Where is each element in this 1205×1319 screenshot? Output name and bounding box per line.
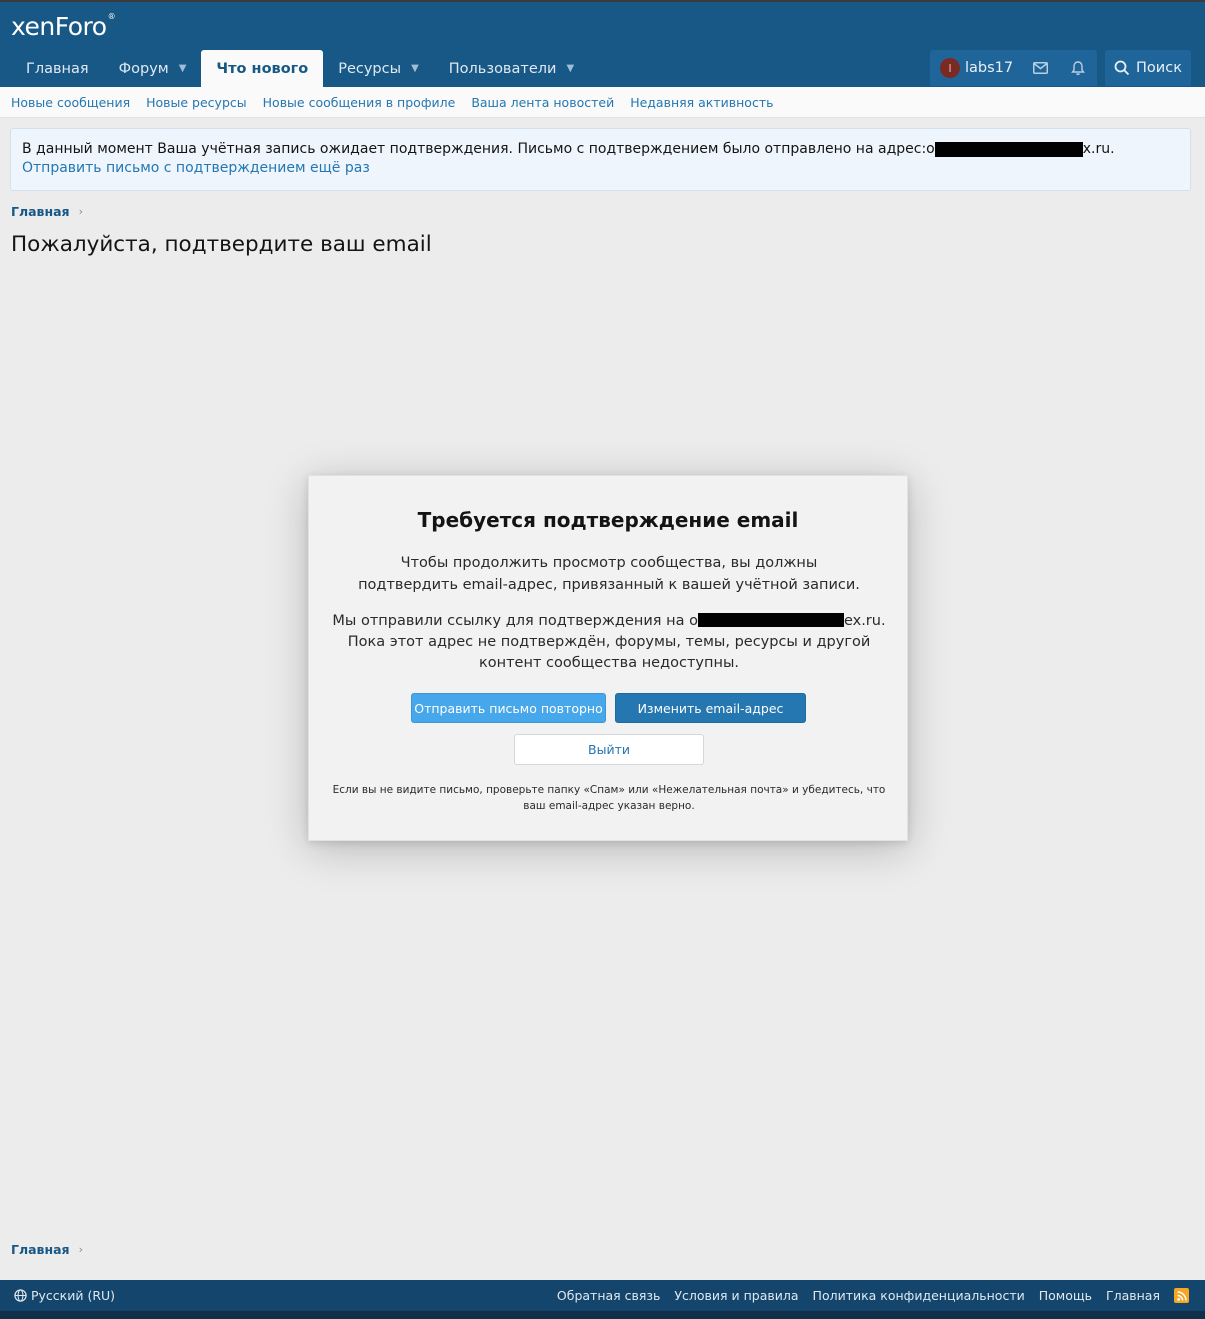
redacted-email <box>697 613 844 627</box>
avatar: l <box>940 58 960 78</box>
subnav-new-profile-posts[interactable]: Новые сообщения в профиле <box>255 95 464 110</box>
site-footer: Русский (RU) Обратная связь Условия и пр… <box>0 1280 1205 1311</box>
resend-email-button[interactable]: Отправить письмо повторно <box>411 693 606 723</box>
resend-confirmation-link[interactable]: Отправить письмо с подтверждением ещё ра… <box>22 160 1179 176</box>
rss-button[interactable] <box>1174 1288 1189 1303</box>
bell-icon <box>1071 60 1085 75</box>
modal-sent-info: Мы отправили ссылку для подтверждения на… <box>332 613 886 671</box>
footer-contact-link[interactable]: Обратная связь <box>557 1288 661 1303</box>
username: labs17 <box>965 60 1014 76</box>
subnav-news-feed[interactable]: Ваша лента новостей <box>463 95 622 110</box>
change-email-button[interactable]: Изменить email-адрес <box>615 693 806 723</box>
chevron-down-icon[interactable]: ▼ <box>566 63 574 74</box>
search-button[interactable]: Поиск <box>1105 50 1191 86</box>
rss-icon <box>1176 1290 1187 1301</box>
breadcrumb-bottom[interactable]: Главная › <box>11 1242 83 1257</box>
main-nav: Главная Форум ▼ Что нового Ресурсы ▼ Польз… <box>11 50 589 87</box>
chevron-down-icon[interactable]: ▼ <box>179 63 187 74</box>
nav-whats-new[interactable]: Что нового <box>201 50 324 87</box>
nav-resources[interactable]: Ресурсы ▼ <box>323 50 434 87</box>
chevron-right-icon: › <box>78 205 83 218</box>
language-chooser[interactable]: Русский (RU) <box>14 1288 115 1303</box>
account-link[interactable]: l labs17 <box>930 50 1021 86</box>
footer-bottom-bar <box>0 1311 1205 1319</box>
chevron-right-icon: › <box>78 1243 83 1256</box>
footer-links: Обратная связь Условия и правила Политик… <box>543 1288 1189 1303</box>
email-confirmation-modal: Требуется подтверждение email Чтобы прод… <box>308 475 908 841</box>
notice-text: В данный момент Ваша учётная запись ожид… <box>22 141 1115 157</box>
breadcrumb[interactable]: Главная › <box>11 204 83 219</box>
footer-help-link[interactable]: Помощь <box>1039 1288 1092 1303</box>
nav-forum[interactable]: Форум ▼ <box>104 50 202 87</box>
logout-button[interactable]: Выйти <box>514 734 704 765</box>
subnav-new-posts[interactable]: Новые сообщения <box>3 95 138 110</box>
user-area: l labs17 <box>930 50 1097 86</box>
inbox-button[interactable] <box>1021 50 1059 86</box>
subnav-recent-activity[interactable]: Недавняя активность <box>622 95 781 110</box>
modal-title: Требуется подтверждение email <box>417 508 799 532</box>
modal-description: Чтобы продолжить просмотр сообщества, вы… <box>358 555 860 593</box>
envelope-icon <box>1032 62 1048 74</box>
site-logo[interactable]: xenForo® <box>11 12 116 41</box>
footer-home-link[interactable]: Главная <box>1106 1288 1160 1303</box>
sub-nav: Новые сообщения Новые ресурсы Новые сооб… <box>0 87 1205 118</box>
subnav-new-resources[interactable]: Новые ресурсы <box>138 95 255 110</box>
alerts-button[interactable] <box>1059 50 1097 86</box>
search-icon <box>1114 60 1130 76</box>
page-title: Пожалуйста, подтвердите ваш email <box>11 232 432 257</box>
nav-members[interactable]: Пользователи ▼ <box>434 50 589 87</box>
site-header: xenForo® Главная Форум ▼ Что нового Ресур… <box>0 2 1205 87</box>
nav-home[interactable]: Главная <box>11 50 104 87</box>
footer-terms-link[interactable]: Условия и правила <box>674 1288 798 1303</box>
globe-icon <box>14 1289 27 1302</box>
confirmation-notice: В данный момент Ваша учётная запись ожид… <box>10 128 1191 191</box>
redacted-email <box>934 141 1083 157</box>
chevron-down-icon[interactable]: ▼ <box>411 63 419 74</box>
footer-privacy-link[interactable]: Политика конфиденциальности <box>813 1288 1025 1303</box>
spam-hint: Если вы не видите письмо, проверьте папк… <box>332 784 886 812</box>
